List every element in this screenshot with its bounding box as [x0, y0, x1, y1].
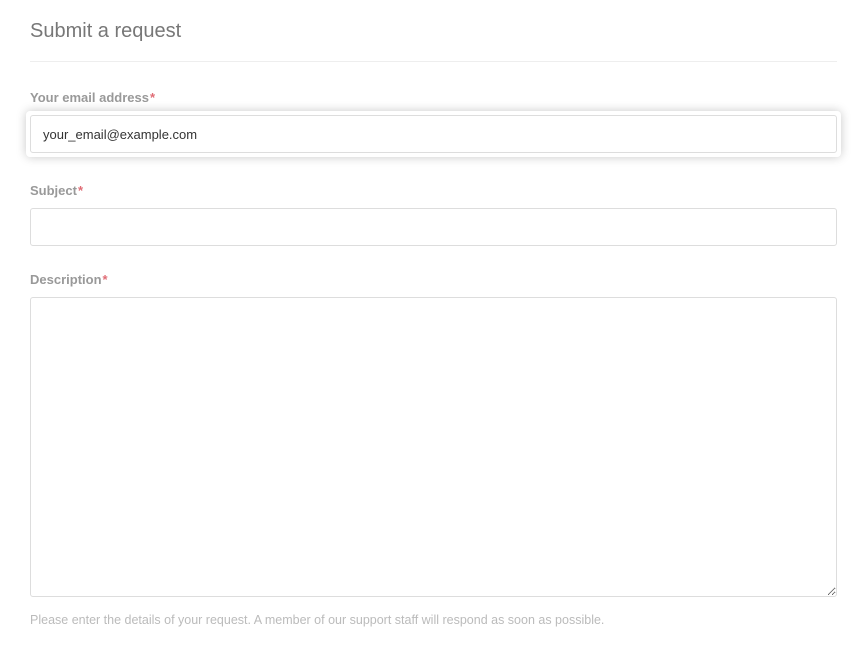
page-title: Submit a request	[30, 20, 837, 43]
email-label: Your email address*	[30, 90, 837, 105]
subject-label-text: Subject	[30, 183, 77, 198]
required-marker: *	[103, 272, 108, 287]
field-subject: Subject*	[30, 183, 837, 246]
required-marker: *	[150, 90, 155, 105]
submit-request-form: Submit a request Your email address* Sub…	[0, 0, 867, 655]
field-description: Description* Please enter the details of…	[30, 272, 837, 627]
email-label-text: Your email address	[30, 90, 149, 105]
email-highlight	[26, 111, 841, 157]
required-marker: *	[78, 183, 83, 198]
description-textarea[interactable]	[30, 297, 837, 597]
description-label-text: Description	[30, 272, 102, 287]
subject-input[interactable]	[30, 208, 837, 246]
description-helper-text: Please enter the details of your request…	[30, 613, 837, 627]
email-input[interactable]	[30, 115, 837, 153]
subject-label: Subject*	[30, 183, 837, 198]
description-label: Description*	[30, 272, 837, 287]
field-email: Your email address*	[30, 90, 837, 157]
divider	[30, 61, 837, 62]
